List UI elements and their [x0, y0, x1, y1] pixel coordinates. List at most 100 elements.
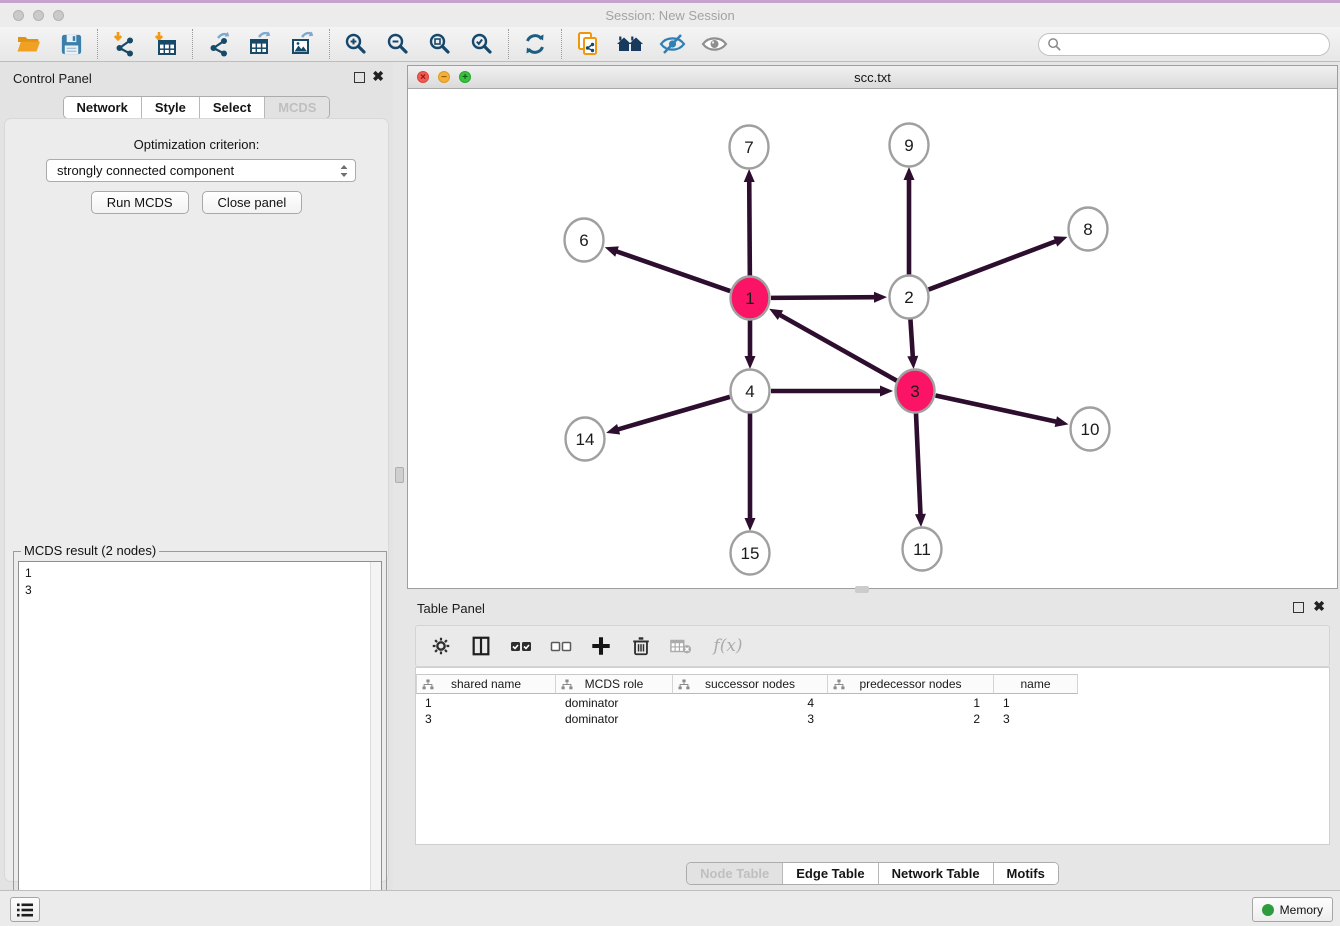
table-cell[interactable]: 3: [994, 711, 1078, 727]
gear-icon: [430, 635, 452, 657]
table-float-panel-icon[interactable]: [1293, 602, 1304, 613]
first-neighbors-button[interactable]: [609, 29, 651, 59]
arrowhead-icon: [904, 167, 915, 180]
column-header-name[interactable]: name: [994, 674, 1078, 694]
mcds-result-area[interactable]: 1 3: [18, 561, 382, 924]
node-4[interactable]: 4: [731, 370, 770, 413]
node-table[interactable]: shared nameMCDS rolesuccessor nodesprede…: [415, 667, 1330, 845]
zoom-in-button[interactable]: [335, 29, 377, 59]
float-panel-icon[interactable]: [354, 72, 365, 83]
node-1[interactable]: 1: [731, 277, 770, 320]
delete-columns-button[interactable]: [628, 633, 654, 659]
horizontal-splitter-handle[interactable]: [855, 586, 869, 593]
node-9[interactable]: 9: [890, 124, 929, 167]
delete-table-button[interactable]: [668, 633, 694, 659]
node-label: 4: [745, 382, 754, 401]
table-cell[interactable]: 1: [828, 695, 994, 711]
node-15[interactable]: 15: [731, 532, 770, 575]
function-builder-button[interactable]: f(x): [708, 633, 748, 659]
edge-2-8[interactable]: [929, 236, 1068, 289]
search-input[interactable]: [1062, 36, 1329, 54]
table-cell[interactable]: 3: [673, 711, 828, 727]
node-11[interactable]: 11: [903, 528, 942, 571]
edge-3-10[interactable]: [936, 395, 1069, 426]
edge-2-9[interactable]: [904, 167, 915, 276]
save-session-button[interactable]: [50, 29, 92, 59]
column-header-predecessor-nodes[interactable]: predecessor nodes: [828, 674, 994, 694]
tab-mcds[interactable]: MCDS: [265, 97, 329, 118]
edge-1-6[interactable]: [605, 246, 730, 291]
import-network-button[interactable]: [103, 29, 145, 59]
import-table-button[interactable]: [145, 29, 187, 59]
table-cell[interactable]: 3: [416, 711, 556, 727]
tab-network[interactable]: Network: [64, 97, 142, 118]
node-8[interactable]: 8: [1069, 208, 1108, 251]
table-cell[interactable]: dominator: [556, 695, 673, 711]
copy-current-style-button[interactable]: [567, 29, 609, 59]
table-cell[interactable]: 1: [994, 695, 1078, 711]
column-header-successor-nodes[interactable]: successor nodes: [673, 674, 828, 694]
mcds-buttons-row: Run MCDS Close panel: [5, 191, 388, 214]
edge-1-4[interactable]: [745, 319, 756, 369]
node-2[interactable]: 2: [890, 276, 929, 319]
table-cell[interactable]: 4: [673, 695, 828, 711]
close-panel-button[interactable]: Close panel: [202, 191, 303, 214]
table-cell[interactable]: dominator: [556, 711, 673, 727]
unselect-all-columns-button[interactable]: [548, 633, 574, 659]
node-14[interactable]: 14: [566, 418, 605, 461]
close-panel-icon[interactable]: ✖: [372, 69, 384, 83]
column-header-MCDS-role[interactable]: MCDS role: [556, 674, 673, 694]
vertical-splitter-handle[interactable]: [395, 467, 404, 483]
arrowhead-icon: [744, 169, 755, 182]
hide-selected-button[interactable]: [651, 29, 693, 59]
table-cell[interactable]: 2: [828, 711, 994, 727]
node-7[interactable]: 7: [730, 126, 769, 169]
tab-edge-table[interactable]: Edge Table: [783, 863, 878, 884]
open-session-button[interactable]: [8, 29, 50, 59]
column-settings-button[interactable]: [428, 633, 454, 659]
node-label: 3: [910, 382, 919, 401]
result-scrollbar[interactable]: [370, 562, 381, 923]
tab-network-table[interactable]: Network Table: [879, 863, 994, 884]
edge-1-7[interactable]: [744, 169, 755, 277]
memory-button[interactable]: Memory: [1252, 897, 1333, 922]
network-canvas[interactable]: 7 9 6 8 1 2 4 3 14 10 15 11: [408, 89, 1337, 588]
export-network-button[interactable]: [198, 29, 240, 59]
edge-3-11[interactable]: [915, 412, 926, 527]
edge-2-3[interactable]: [907, 318, 918, 369]
task-history-button[interactable]: [10, 897, 40, 922]
toolbar-separator: [192, 29, 193, 59]
export-table-button[interactable]: [240, 29, 282, 59]
create-column-button[interactable]: [588, 633, 614, 659]
edge-4-15[interactable]: [745, 412, 756, 531]
network-window-titlebar[interactable]: × − + scc.txt: [408, 66, 1337, 89]
table-cell[interactable]: 1: [416, 695, 556, 711]
edge-4-14[interactable]: [606, 397, 730, 435]
criterion-dropdown[interactable]: strongly connected component: [46, 159, 356, 182]
refresh-button[interactable]: [514, 29, 556, 59]
toolbar-separator: [329, 29, 330, 59]
edge-4-3[interactable]: [771, 386, 893, 397]
zoom-fit-button[interactable]: [419, 29, 461, 59]
node-6[interactable]: 6: [565, 219, 604, 262]
tab-motifs[interactable]: Motifs: [994, 863, 1058, 884]
node-3[interactable]: 3: [896, 370, 935, 413]
export-image-button[interactable]: [282, 29, 324, 59]
tab-node-table[interactable]: Node Table: [687, 863, 783, 884]
select-all-columns-button[interactable]: [508, 633, 534, 659]
run-mcds-button[interactable]: Run MCDS: [91, 191, 189, 214]
zoom-out-button[interactable]: [377, 29, 419, 59]
toggle-panel-mode-button[interactable]: [468, 633, 494, 659]
tab-select[interactable]: Select: [200, 97, 265, 118]
arrowhead-icon: [880, 386, 893, 397]
column-header-shared-name[interactable]: shared name: [416, 674, 556, 694]
edge-3-1[interactable]: [769, 309, 897, 381]
edge-1-2[interactable]: [771, 292, 887, 303]
table-close-panel-icon[interactable]: ✖: [1313, 599, 1325, 613]
status-bar: Memory: [0, 890, 1340, 926]
node-10[interactable]: 10: [1071, 408, 1110, 451]
zoom-selected-button[interactable]: [461, 29, 503, 59]
show-all-button[interactable]: [693, 29, 735, 59]
tab-style[interactable]: Style: [142, 97, 200, 118]
criterion-value: strongly connected component: [57, 163, 339, 178]
